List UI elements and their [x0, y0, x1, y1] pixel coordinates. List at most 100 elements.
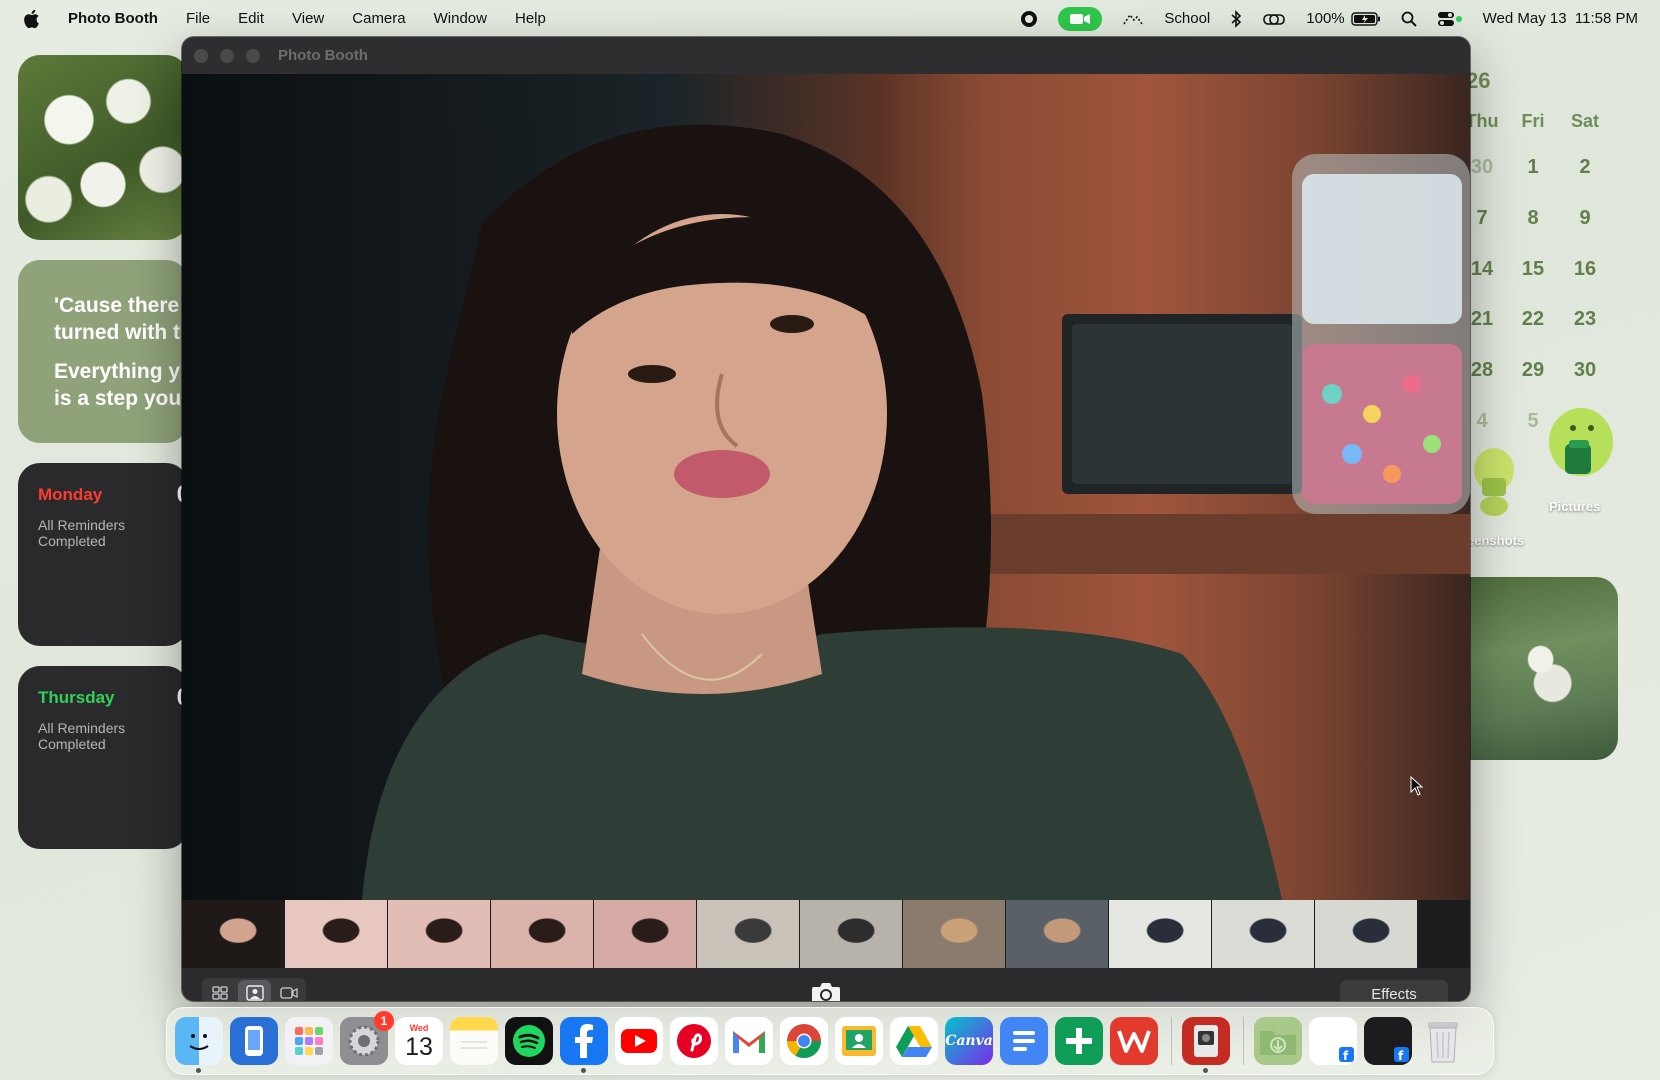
- dock-system-settings-icon[interactable]: 1: [340, 1011, 394, 1065]
- dock-trash-icon[interactable]: [1419, 1017, 1467, 1065]
- reminder-status: All Reminders Completed: [38, 517, 126, 549]
- dock-apple-configurator-icon[interactable]: [230, 1017, 278, 1065]
- minimize-button[interactable]: [220, 48, 234, 63]
- dock-facebook-icon[interactable]: [560, 1017, 608, 1073]
- dock-youtube-icon[interactable]: [615, 1017, 663, 1065]
- reminder-day-label: Monday: [38, 485, 103, 504]
- video-mode-icon[interactable]: [272, 980, 306, 1001]
- dock-calendar-month: Wed: [409, 1023, 429, 1033]
- camera-in-use-icon[interactable]: [1058, 6, 1103, 31]
- quote-line-1: 'Cause there: [54, 294, 180, 317]
- dock-gmail-icon[interactable]: [725, 1017, 773, 1065]
- grid-view-icon[interactable]: [203, 980, 237, 1001]
- menu-edit[interactable]: Edit: [238, 10, 264, 27]
- calendar-day: 15: [1521, 258, 1545, 280]
- focus-icon[interactable]: [1122, 11, 1144, 27]
- focus-mode-label[interactable]: School: [1164, 10, 1210, 27]
- pictures-folder-label: Pictures: [1549, 499, 1601, 514]
- menu-view[interactable]: View: [292, 10, 324, 27]
- calendar-day: 23: [1573, 308, 1597, 330]
- wifi-icon[interactable]: [1262, 11, 1286, 27]
- photo-thumbnail[interactable]: [903, 900, 1005, 968]
- photo-thumbnail[interactable]: [491, 900, 593, 968]
- single-photo-icon[interactable]: [237, 980, 272, 1001]
- svg-text:f: f: [1398, 1049, 1404, 1063]
- menu-camera[interactable]: Camera: [352, 10, 405, 27]
- photo-thumbnail[interactable]: [285, 900, 387, 968]
- bluetooth-icon[interactable]: [1230, 9, 1242, 28]
- screenshots-folder-icon[interactable]: [1468, 436, 1518, 521]
- menu-clock[interactable]: Wed May 13 11:58 PM: [1483, 10, 1638, 27]
- dock-chrome-icon[interactable]: [780, 1017, 828, 1065]
- quote-line-4: is a step you t: [54, 387, 188, 410]
- quote-line-2: turned with t: [54, 321, 180, 344]
- dock-calendar-icon[interactable]: Wed 13: [395, 1017, 443, 1065]
- calendar-day: 9: [1579, 207, 1591, 229]
- photo-thumbnail[interactable]: [388, 900, 490, 968]
- photo-thumbnail[interactable]: [1315, 900, 1417, 968]
- pictures-folder-icon[interactable]: [1545, 406, 1615, 491]
- photo-booth-window[interactable]: Photo Booth Effects: [182, 37, 1470, 1001]
- dock-google-docs-icon[interactable]: [1000, 1017, 1048, 1065]
- photo-thumbnail[interactable]: [800, 900, 902, 968]
- thumbnail-strip[interactable]: [182, 900, 1470, 968]
- photo-thumbnail[interactable]: [1006, 900, 1108, 968]
- calendar-day: 29: [1521, 359, 1545, 381]
- photo-widget-tulips[interactable]: [18, 55, 188, 240]
- reminders-widget-thursday[interactable]: Thursday 0 All Reminders Completed: [18, 666, 188, 849]
- mouse-cursor-icon: [1410, 775, 1424, 801]
- menu-window[interactable]: Window: [434, 10, 487, 27]
- photo-thumbnail[interactable]: [594, 900, 696, 968]
- dock-facebook-dark-icon[interactable]: f: [1364, 1017, 1412, 1065]
- dock-pinterest-icon[interactable]: [670, 1017, 718, 1065]
- photo-thumbnail[interactable]: [1109, 900, 1211, 968]
- reminder-day-label: Thursday: [38, 688, 115, 707]
- battery-icon[interactable]: [1350, 11, 1381, 26]
- battery-percent: 100%: [1306, 10, 1345, 27]
- photo-booth-controls: Effects: [182, 968, 1470, 1001]
- photo-thumbnail[interactable]: [1212, 900, 1314, 968]
- dock-facebook-doc-icon[interactable]: f: [1309, 1017, 1357, 1065]
- calendar-day: 30: [1573, 359, 1597, 381]
- app-name-menu[interactable]: Photo Booth: [68, 10, 158, 27]
- running-indicator: [196, 1068, 201, 1073]
- close-button[interactable]: [194, 48, 208, 63]
- screenshots-folder-label: eenshots: [1467, 533, 1525, 548]
- dock-launchpad-icon[interactable]: [285, 1017, 333, 1065]
- menu-help[interactable]: Help: [515, 10, 546, 27]
- zoom-button[interactable]: [246, 48, 260, 63]
- take-photo-button[interactable]: [805, 976, 847, 1001]
- window-titlebar[interactable]: Photo Booth: [182, 37, 1470, 74]
- dock-separator: [1243, 1017, 1244, 1065]
- effects-button[interactable]: Effects: [1340, 980, 1448, 1001]
- screen-record-icon[interactable]: [1020, 10, 1038, 28]
- view-mode-segmented-control[interactable]: [202, 978, 306, 1001]
- apple-menu-icon[interactable]: [22, 9, 40, 29]
- calendar-header-fri: Fri: [1521, 111, 1545, 131]
- dock-notes-icon[interactable]: [450, 1017, 498, 1065]
- dock-photo-booth-icon[interactable]: [1182, 1017, 1230, 1073]
- reminder-status: All Reminders Completed: [38, 720, 126, 752]
- photo-widget-swan[interactable]: [1446, 577, 1618, 760]
- dock-downloads-icon[interactable]: [1254, 1017, 1302, 1065]
- notification-badge: 1: [374, 1011, 394, 1031]
- control-center-icon[interactable]: [1437, 11, 1463, 27]
- dock-finder-icon[interactable]: [175, 1017, 223, 1073]
- menu-file[interactable]: File: [186, 10, 210, 27]
- dock-spotify-icon[interactable]: [505, 1017, 553, 1065]
- dock-canva-icon[interactable]: Canva: [945, 1017, 993, 1065]
- calendar-header-sat: Sat: [1570, 111, 1599, 131]
- calendar-day: 16: [1573, 258, 1597, 280]
- reminders-widget-monday[interactable]: Monday 0 All Reminders Completed: [18, 463, 188, 646]
- photo-thumbnail[interactable]: [182, 900, 284, 968]
- dock-wps-office-icon[interactable]: [1110, 1017, 1158, 1065]
- photo-thumbnail[interactable]: [697, 900, 799, 968]
- dock-google-sheets-icon[interactable]: [1055, 1017, 1103, 1065]
- dock-google-drive-icon[interactable]: [890, 1017, 938, 1065]
- running-indicator: [1203, 1068, 1208, 1073]
- camera-icon: [812, 983, 840, 1001]
- spotlight-search-icon[interactable]: [1401, 11, 1417, 27]
- dock-google-classroom-icon[interactable]: [835, 1017, 883, 1065]
- quote-widget[interactable]: 'Cause there turned with t Everything y …: [18, 260, 188, 443]
- dock: 1 Wed 13 Canva f f: [166, 1007, 1494, 1075]
